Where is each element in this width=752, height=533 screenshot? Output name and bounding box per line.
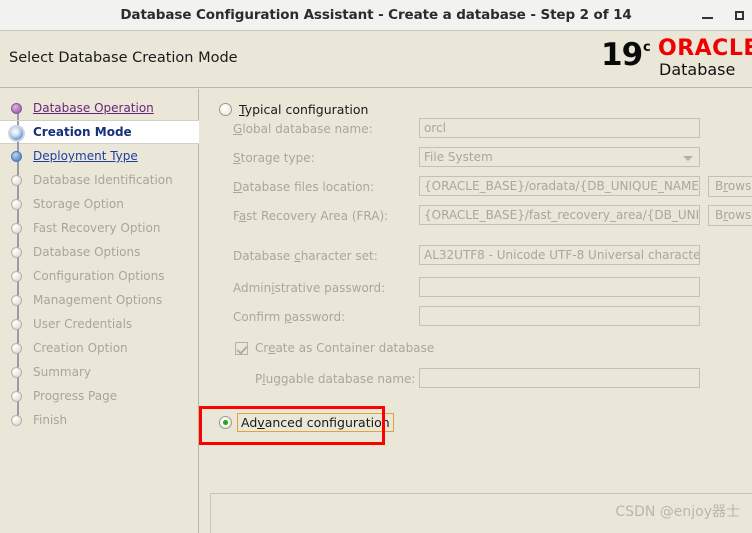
fra-label: Fast Recovery Area (FRA): xyxy=(233,209,389,223)
sidebar-item-configuration-options: Configuration Options xyxy=(0,264,199,288)
fra-input[interactable]: {ORACLE_BASE}/fast_recovery_area/{DB_UNI… xyxy=(419,205,700,225)
pdb-name-label: Pluggable database name: xyxy=(255,372,416,386)
sidebar-item-label: Creation Option xyxy=(33,341,128,355)
db-files-location-label: Database files location: xyxy=(233,180,375,194)
admin-password-input[interactable] xyxy=(419,277,700,297)
maximize-icon[interactable] xyxy=(730,6,748,24)
sidebar-item-label: Progress Page xyxy=(33,389,118,403)
create-container-db-label: Create as Container database xyxy=(255,341,435,355)
sidebar-item-label: Finish xyxy=(33,413,68,427)
step-node-icon xyxy=(11,343,22,354)
sidebar-item-user-credentials: User Credentials xyxy=(0,312,199,336)
radio-icon xyxy=(219,103,232,116)
admin-password-label: Administrative password: xyxy=(233,281,386,295)
wizard-sidebar: Database Operation Creation Mode Deploymen… xyxy=(0,89,199,533)
watermark-text: CSDN @enjoy器士 xyxy=(615,504,740,520)
step-node-icon xyxy=(11,367,22,378)
charset-label: Database character set: xyxy=(233,249,378,263)
sidebar-item-fast-recovery-option: Fast Recovery Option xyxy=(0,216,199,240)
dbca-window: Database Configuration Assistant - Creat… xyxy=(0,0,752,533)
browse-fra-button[interactable]: Browse xyxy=(708,205,752,226)
window-controls xyxy=(698,0,748,30)
sidebar-item-management-options: Management Options xyxy=(0,288,199,312)
step-node-icon xyxy=(11,223,22,234)
step-node-icon xyxy=(11,247,22,258)
sidebar-item-database-operation[interactable]: Database Operation xyxy=(0,96,199,120)
sidebar-item-creation-option: Creation Option xyxy=(0,336,199,360)
confirm-password-label: Confirm password: xyxy=(233,310,346,324)
step-node-icon xyxy=(8,125,25,142)
minimize-icon[interactable] xyxy=(698,6,716,24)
db-files-location-input[interactable]: {ORACLE_BASE}/oradata/{DB_UNIQUE_NAME} xyxy=(419,176,700,196)
sidebar-item-storage-option: Storage Option xyxy=(0,192,199,216)
sidebar-item-database-options: Database Options xyxy=(0,240,199,264)
sidebar-item-label: Deployment Type xyxy=(33,149,138,163)
step-node-icon xyxy=(11,415,22,426)
step-node-icon xyxy=(11,295,22,306)
page-header: Select Database Creation Mode 19 c ORACL… xyxy=(0,31,752,88)
title-bar: Database Configuration Assistant - Creat… xyxy=(0,0,752,31)
advanced-configuration-radio[interactable]: Advanced configuration xyxy=(219,413,394,432)
pdb-name-input[interactable] xyxy=(419,368,700,388)
storage-type-value: File System xyxy=(424,150,493,164)
storage-type-label: Storage type: xyxy=(233,151,315,165)
sidebar-item-label: Database Identification xyxy=(33,173,173,187)
window-title: Database Configuration Assistant - Creat… xyxy=(120,7,632,23)
logo-brand: ORACLE xyxy=(658,36,752,61)
step-node-icon xyxy=(11,199,22,210)
step-node-icon xyxy=(11,319,22,330)
step-node-icon xyxy=(11,271,22,282)
sidebar-item-label: Summary xyxy=(33,365,91,379)
sidebar-item-label: User Credentials xyxy=(33,317,133,331)
confirm-password-input[interactable] xyxy=(419,306,700,326)
step-node-icon xyxy=(11,103,22,114)
wizard-step-list: Database Operation Creation Mode Deploymen… xyxy=(0,96,199,432)
checkbox-icon xyxy=(235,341,248,355)
storage-type-select[interactable]: File System xyxy=(419,147,700,167)
charset-select[interactable]: AL32UTF8 - Unicode UTF-8 Universal chara… xyxy=(419,245,700,265)
typical-configuration-radio[interactable]: Typical configuration xyxy=(219,102,368,117)
logo-version: 19 xyxy=(601,37,643,73)
create-container-db-checkbox[interactable]: Create as Container database xyxy=(235,341,434,355)
sidebar-item-progress-page: Progress Page xyxy=(0,384,199,408)
sidebar-item-label: Database Operation xyxy=(33,101,154,115)
radio-icon xyxy=(219,416,232,429)
sidebar-item-label: Fast Recovery Option xyxy=(33,221,161,235)
logo-product: Database xyxy=(659,60,736,79)
sidebar-item-label: Creation Mode xyxy=(33,125,132,139)
sidebar-item-finish: Finish xyxy=(0,408,199,432)
step-node-icon xyxy=(11,391,22,402)
logo-suffix: c xyxy=(643,40,651,55)
sidebar-item-summary: Summary xyxy=(0,360,199,384)
step-node-icon xyxy=(11,151,22,162)
sidebar-item-label: Configuration Options xyxy=(33,269,165,283)
chevron-down-icon xyxy=(683,156,693,161)
sidebar-item-deployment-type[interactable]: Deployment Type xyxy=(0,144,199,168)
advanced-configuration-label: Advanced configuration xyxy=(237,413,394,432)
sidebar-item-creation-mode[interactable]: Creation Mode xyxy=(0,120,199,145)
browse-db-files-button[interactable]: Browse xyxy=(708,176,752,197)
page-title: Select Database Creation Mode xyxy=(9,50,238,66)
step-node-icon xyxy=(11,175,22,186)
sidebar-item-database-identification: Database Identification xyxy=(0,168,199,192)
sidebar-item-label: Management Options xyxy=(33,293,163,307)
sidebar-item-label: Database Options xyxy=(33,245,141,259)
main-content: Typical configuration Global database na… xyxy=(210,89,752,533)
oracle-logo: 19 c ORACLE Database xyxy=(596,35,752,85)
sidebar-item-label: Storage Option xyxy=(33,197,124,211)
global-db-name-input[interactable]: orcl xyxy=(419,118,700,138)
typical-configuration-label: Typical configuration xyxy=(239,102,369,117)
global-db-name-label: Global database name: xyxy=(233,122,373,136)
